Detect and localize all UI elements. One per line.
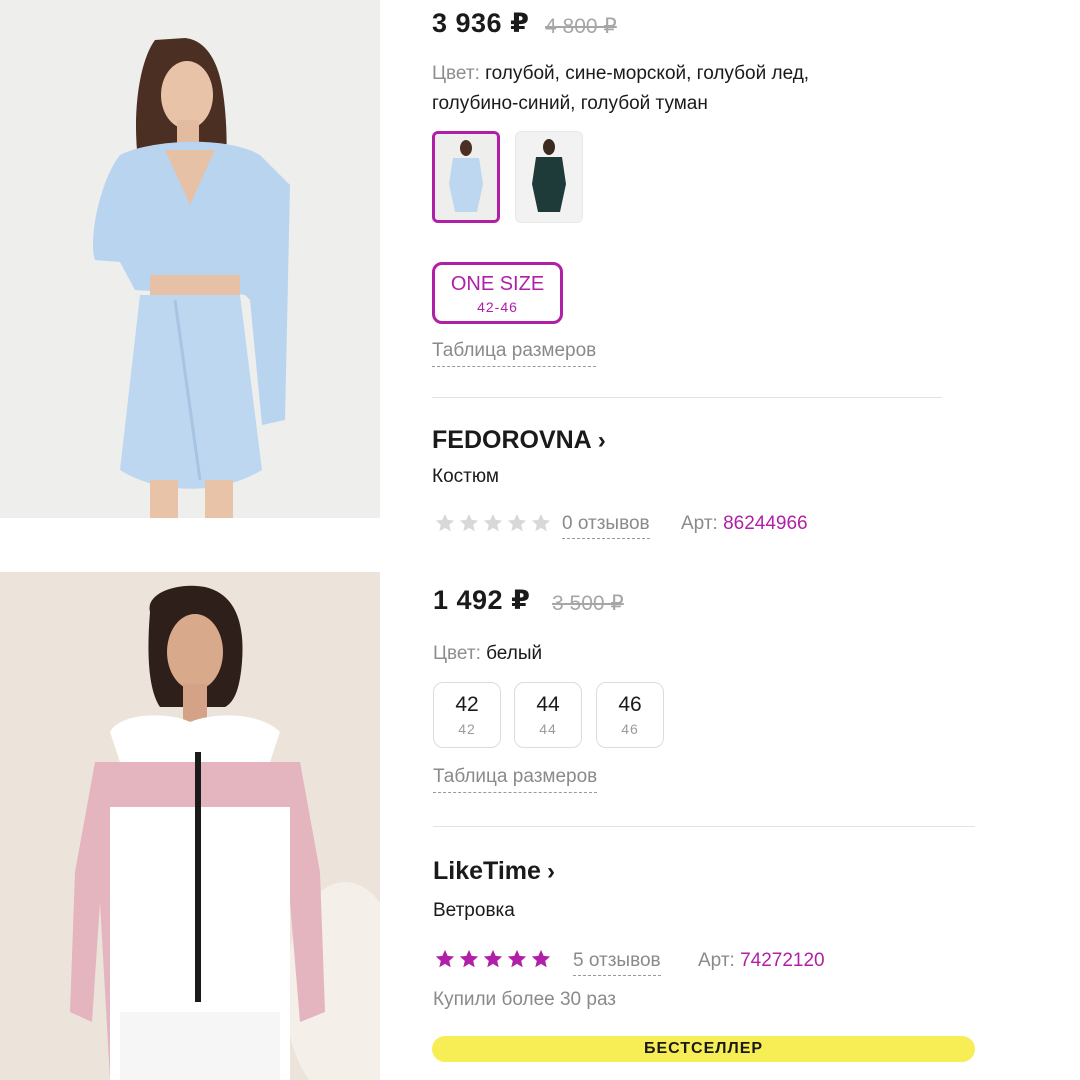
color-swatch-dark-green[interactable] (515, 131, 583, 223)
size-label: ONE SIZE (450, 273, 545, 295)
product2-bought-count: Купили более 30 раз (433, 989, 617, 1010)
product1-reviews-link[interactable]: 0 отзывов (562, 513, 650, 539)
chevron-right-icon: › (546, 858, 555, 885)
size-range: 42-46 (477, 299, 518, 315)
star-icon (459, 949, 479, 968)
product2-color-value: белый (486, 643, 543, 664)
product-image-suit[interactable] (0, 0, 380, 518)
product1-size-table-link[interactable]: Таблица размеров (432, 340, 597, 367)
product-image-windbreaker[interactable] (0, 572, 380, 1080)
size-label: 44 (536, 693, 560, 716)
product1-brand-link[interactable]: FEDOROVNA › (432, 426, 606, 455)
bestseller-badge: БЕСТСЕЛЛЕР (432, 1036, 975, 1062)
product1-color-line1: Цвет: голубой, сине-морской, голубой лед… (432, 59, 809, 89)
brand-name: LikeTime (433, 857, 541, 885)
star-icon (435, 513, 455, 532)
size-option-42[interactable]: 42 42 (433, 682, 501, 748)
size-sub: 44 (539, 721, 557, 737)
product2-rating-stars (434, 948, 552, 970)
star-icon (459, 513, 479, 532)
product2-old-price: 3 500 ₽ (552, 592, 624, 615)
product2-reviews-link[interactable]: 5 отзывов (573, 950, 661, 976)
size-option-one-size[interactable]: ONE SIZE 42-46 (432, 262, 563, 324)
product1-color-line2: голубино-синий, голубой туман (432, 93, 708, 114)
product2-color-label: Цвет: (433, 643, 481, 664)
product1-color-value: голубой, сине-морской, голубой лед, (485, 63, 810, 84)
size-option-46[interactable]: 46 46 (596, 682, 664, 748)
article-label: Арт: (698, 950, 735, 971)
size-option-44[interactable]: 44 44 (514, 682, 582, 748)
product1-color-label: Цвет: (432, 63, 480, 84)
product2-article: Арт: 74272120 (698, 950, 825, 972)
brand-name: FEDOROVNA (432, 426, 592, 454)
star-icon (483, 513, 503, 532)
size-sub: 46 (621, 721, 639, 737)
star-icon (435, 949, 455, 968)
product2-price: 1 492 ₽ (433, 585, 531, 615)
article-number[interactable]: 86244966 (723, 513, 808, 534)
star-icon (507, 513, 527, 532)
article-number[interactable]: 74272120 (740, 950, 825, 971)
product1-rating-stars (434, 512, 552, 534)
star-icon (483, 949, 503, 968)
product1-price: 3 936 ₽ (432, 8, 530, 38)
divider (433, 826, 975, 827)
product1-old-price: 4 800 ₽ (545, 15, 617, 38)
product1-type: Костюм (432, 466, 499, 487)
product1-article: Арт: 86244966 (681, 513, 808, 535)
star-icon (531, 513, 551, 532)
star-icon (531, 949, 551, 968)
article-label: Арт: (681, 513, 718, 534)
product2-color-line: Цвет: белый (433, 639, 542, 669)
product2-brand-link[interactable]: LikeTime › (433, 857, 555, 886)
chevron-right-icon: › (597, 427, 606, 454)
size-label: 46 (618, 693, 642, 716)
star-icon (507, 949, 527, 968)
size-sub: 42 (458, 721, 476, 737)
divider (432, 397, 942, 398)
product2-size-table-link[interactable]: Таблица размеров (433, 766, 598, 793)
color-swatch-light-blue[interactable] (432, 131, 500, 223)
product2-type: Ветровка (433, 900, 515, 921)
size-label: 42 (455, 693, 479, 716)
